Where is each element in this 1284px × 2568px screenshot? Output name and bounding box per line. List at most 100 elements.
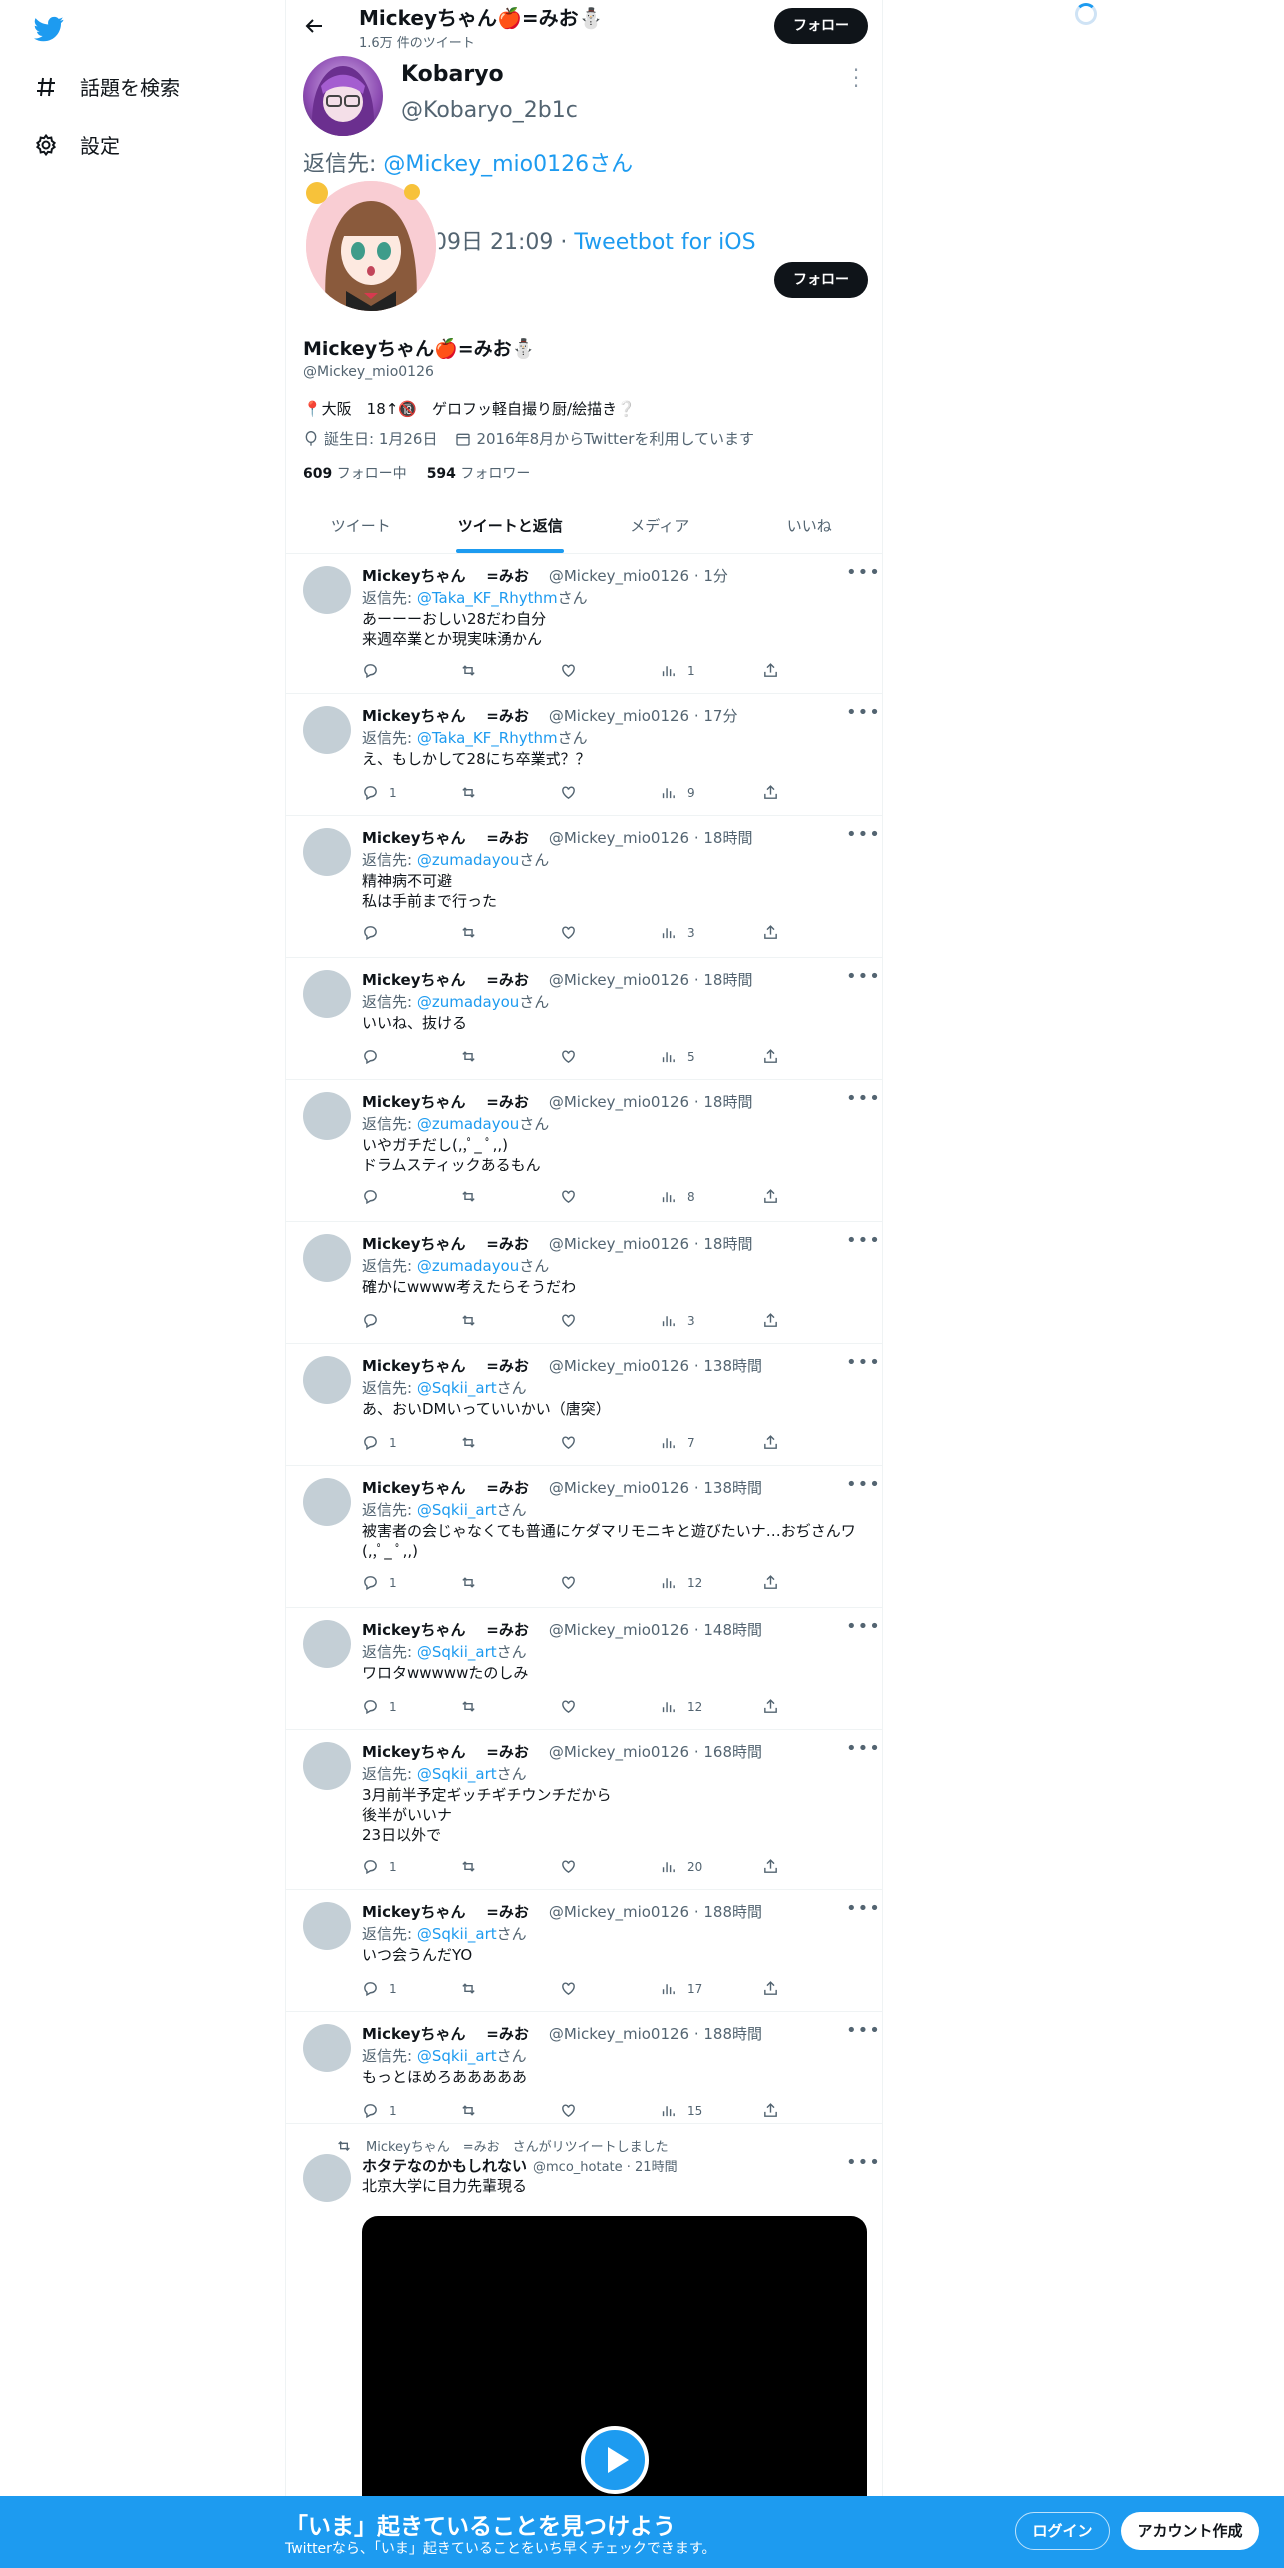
reply-link[interactable]: @zumadayou	[417, 851, 519, 869]
share-button[interactable]	[762, 924, 779, 941]
reply-link[interactable]: @Sqkii_art	[417, 1643, 497, 1661]
like-button[interactable]	[560, 1048, 577, 1065]
nav-explore[interactable]: 話題を検索	[34, 72, 180, 101]
tweet-author-name-suffix[interactable]: =みお	[486, 707, 529, 725]
more-icon[interactable]: •••	[846, 1476, 881, 1494]
tweet[interactable]: Mickeyちゃん =みお @Mickey_mio0126 · 138時間 ••• 返…	[286, 1344, 882, 1466]
tweet-author-name-suffix[interactable]: =みお	[486, 1621, 529, 1639]
reply-button[interactable]: 1	[362, 1574, 397, 1591]
more-icon[interactable]: •••	[846, 1232, 881, 1250]
profile-follow-button[interactable]: フォロー	[774, 262, 868, 298]
tab-tweets[interactable]: ツイート	[286, 498, 436, 553]
more-icon[interactable]: •••	[846, 826, 881, 844]
retweet-button[interactable]	[460, 662, 477, 679]
tweet-author-name[interactable]: Mickeyちゃん	[362, 1357, 465, 1375]
quoted-avatar[interactable]	[303, 56, 383, 136]
reply-button[interactable]: 1	[362, 2102, 397, 2119]
tweet-author-name[interactable]: Mickeyちゃん	[362, 1743, 465, 1761]
tweet-author-name-suffix[interactable]: =みお	[486, 1903, 529, 1921]
share-button[interactable]	[762, 1434, 779, 1451]
retweet-button[interactable]	[460, 1980, 477, 1997]
tweet-avatar[interactable]	[303, 1356, 351, 1404]
reply-button[interactable]	[362, 662, 389, 679]
views-button[interactable]: 5	[660, 1048, 695, 1065]
like-button[interactable]	[560, 1188, 577, 1205]
tweet-author-name[interactable]: Mickeyちゃん	[362, 1621, 465, 1639]
tweet[interactable]: Mickeyちゃん =みお @Mickey_mio0126 · 138時間 ••• 返…	[286, 1466, 882, 1608]
tweet-avatar[interactable]	[303, 1742, 351, 1790]
reply-button[interactable]	[362, 924, 389, 941]
more-icon[interactable]: •••	[846, 2022, 881, 2040]
more-icon[interactable]: •••	[846, 1354, 881, 1372]
views-button[interactable]: 9	[660, 784, 695, 801]
reply-link[interactable]: @Taka_KF_Rhythm	[417, 589, 558, 607]
retweet-button[interactable]	[460, 1858, 477, 1875]
quoted-date[interactable]: 09日 21:09 ·	[433, 230, 574, 255]
tweet[interactable]: Mickeyちゃん =みお @Mickey_mio0126 · 18時間 ••• 返信…	[286, 816, 882, 958]
login-button[interactable]: ログイン	[1015, 2512, 1110, 2550]
retweet-button[interactable]	[460, 1048, 477, 1065]
twitter-logo-icon[interactable]	[34, 14, 64, 44]
retweet-button[interactable]	[460, 1698, 477, 1715]
share-button[interactable]	[762, 1188, 779, 1205]
tweet-author-name-suffix[interactable]: =みお	[486, 1743, 529, 1761]
more-icon[interactable]: •••	[846, 1900, 881, 1918]
tweet-avatar[interactable]	[303, 1478, 351, 1526]
tweet-author-name-suffix[interactable]: =みお	[486, 1235, 529, 1253]
tweet-author-name[interactable]: Mickeyちゃん	[362, 1235, 465, 1253]
reply-button[interactable]	[362, 1312, 389, 1329]
reply-button[interactable]: 1	[362, 1858, 397, 1875]
share-button[interactable]	[762, 1312, 779, 1329]
tweet-avatar[interactable]	[303, 2024, 351, 2072]
tweet-author-name-suffix[interactable]: =みお	[486, 971, 529, 989]
more-icon[interactable]: •••	[846, 1090, 881, 1108]
tweet-author-name[interactable]: Mickeyちゃん	[362, 1903, 465, 1921]
tweet[interactable]: Mickeyちゃん =みお @Mickey_mio0126 · 188時間 ••• 返…	[286, 2012, 882, 2124]
reply-link[interactable]: @Sqkii_art	[417, 2047, 497, 2065]
like-button[interactable]	[560, 924, 577, 941]
more-icon[interactable]: •••	[846, 564, 881, 582]
tweet[interactable]: Mickeyちゃん =みお @Mickey_mio0126 · 168時間 ••• 返…	[286, 1730, 882, 1890]
tweet-avatar[interactable]	[303, 1620, 351, 1668]
like-button[interactable]	[560, 1312, 577, 1329]
tweet[interactable]: Mickeyちゃん =みお @Mickey_mio0126 · 17分 ••• 返信先…	[286, 694, 882, 816]
like-button[interactable]	[560, 1574, 577, 1591]
retweet-author-name[interactable]: ホタテなのかもしれない	[362, 2157, 527, 2175]
tweet-handle-time[interactable]: @Mickey_mio0126 · 138時間	[549, 1357, 762, 1375]
tweet-handle-time[interactable]: @Mickey_mio0126 · 1分	[549, 567, 728, 585]
quoted-author-name[interactable]: Kobaryo	[401, 62, 504, 87]
reply-link[interactable]: @Sqkii_art	[417, 1765, 497, 1783]
reply-link[interactable]: @Sqkii_art	[417, 1501, 497, 1519]
tweet[interactable]: Mickeyちゃん =みお @Mickey_mio0126 · 18時間 ••• 返信…	[286, 1222, 882, 1344]
reply-link[interactable]: @Sqkii_art	[417, 1925, 497, 1943]
share-button[interactable]	[762, 2102, 779, 2119]
views-button[interactable]: 12	[660, 1574, 702, 1591]
quoted-client-link[interactable]: Tweetbot for iOS	[574, 230, 755, 255]
tweet-author-name[interactable]: Mickeyちゃん	[362, 829, 465, 847]
tweet-avatar[interactable]	[303, 1902, 351, 1950]
tweet-avatar[interactable]	[303, 970, 351, 1018]
reply-button[interactable]: 1	[362, 784, 397, 801]
reply-link[interactable]: @zumadayou	[417, 993, 519, 1011]
tweet-handle-time[interactable]: @Mickey_mio0126 · 168時間	[549, 1743, 762, 1761]
header-follow-button[interactable]: フォロー	[774, 8, 868, 44]
retweet-button[interactable]	[460, 1574, 477, 1591]
retweet-button[interactable]	[460, 924, 477, 941]
tweet-author-name-suffix[interactable]: =みお	[486, 1357, 529, 1375]
tweet-author-name[interactable]: Mickeyちゃん	[362, 1093, 465, 1111]
retweet-button[interactable]	[460, 2102, 477, 2119]
tweet-author-name-suffix[interactable]: =みお	[486, 567, 529, 585]
views-button[interactable]: 20	[660, 1858, 702, 1875]
retweet-button[interactable]	[460, 1434, 477, 1451]
tweet-author-name-suffix[interactable]: =みお	[486, 1093, 529, 1111]
views-button[interactable]: 12	[660, 1698, 702, 1715]
tweet-avatar[interactable]	[303, 1234, 351, 1282]
like-button[interactable]	[560, 2102, 577, 2119]
tweet-author-name[interactable]: Mickeyちゃん	[362, 1479, 465, 1497]
share-button[interactable]	[762, 784, 779, 801]
tweet-handle-time[interactable]: @Mickey_mio0126 · 148時間	[549, 1621, 762, 1639]
reply-link[interactable]: @zumadayou	[417, 1257, 519, 1275]
reply-button[interactable]: 1	[362, 1434, 397, 1451]
tweet[interactable]: Mickeyちゃん =みお @Mickey_mio0126 · 1分 ••• 返信先:…	[286, 554, 882, 694]
views-button[interactable]: 17	[660, 1980, 702, 1997]
